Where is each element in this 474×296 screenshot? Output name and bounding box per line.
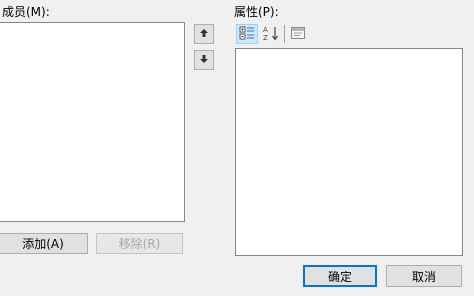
svg-text:A: A [263,26,268,34]
toolbar-separator [284,25,285,43]
properties-label: 属性(P): [234,5,279,19]
ok-button[interactable]: 确定 [303,265,377,287]
members-label: 成员(M): [2,5,50,19]
move-up-button[interactable] [194,24,214,44]
remove-button[interactable]: 移除(R) [96,233,183,254]
categorized-icon [239,26,255,43]
add-button[interactable]: 添加(A) [0,233,88,254]
arrow-up-icon [199,27,209,41]
property-pages-icon [290,26,306,43]
categorized-button[interactable] [236,24,258,44]
arrow-down-icon [199,53,209,67]
cancel-button[interactable]: 取消 [386,265,462,287]
svg-text:Z: Z [263,34,268,41]
alphabetical-button[interactable]: A Z [260,24,282,44]
members-list[interactable] [0,22,185,222]
properties-grid[interactable] [235,48,463,256]
properties-toolbar: A Z [236,24,309,44]
move-down-button[interactable] [194,50,214,70]
property-pages-button[interactable] [287,24,309,44]
sort-alphabetical-icon: A Z [262,25,280,44]
